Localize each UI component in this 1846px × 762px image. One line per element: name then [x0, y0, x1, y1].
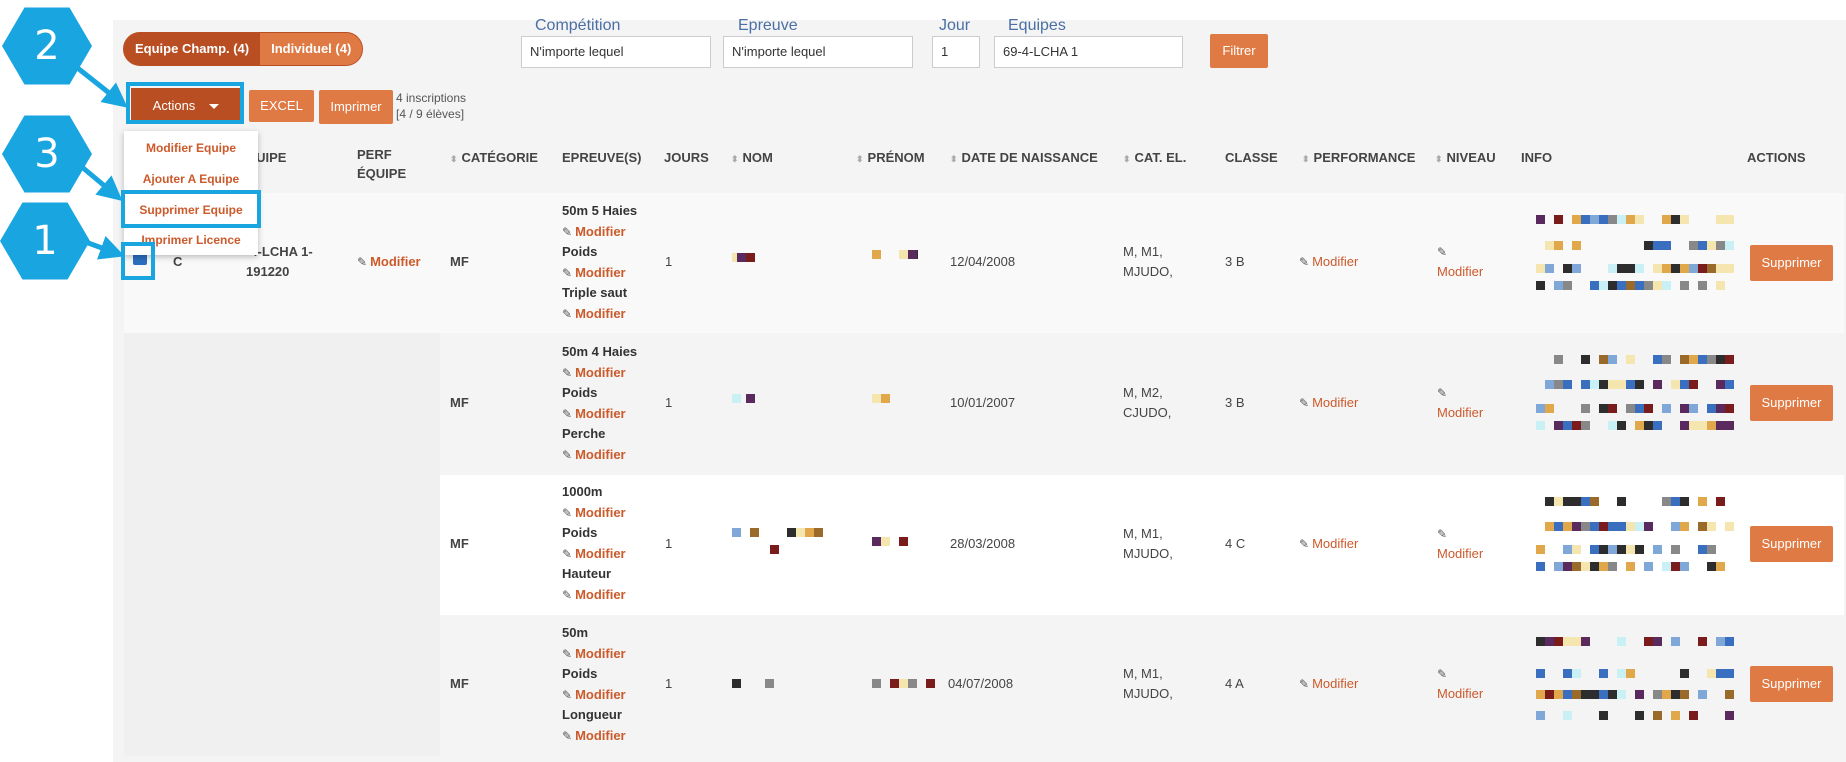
annotation-arrows: [68, 60, 128, 260]
